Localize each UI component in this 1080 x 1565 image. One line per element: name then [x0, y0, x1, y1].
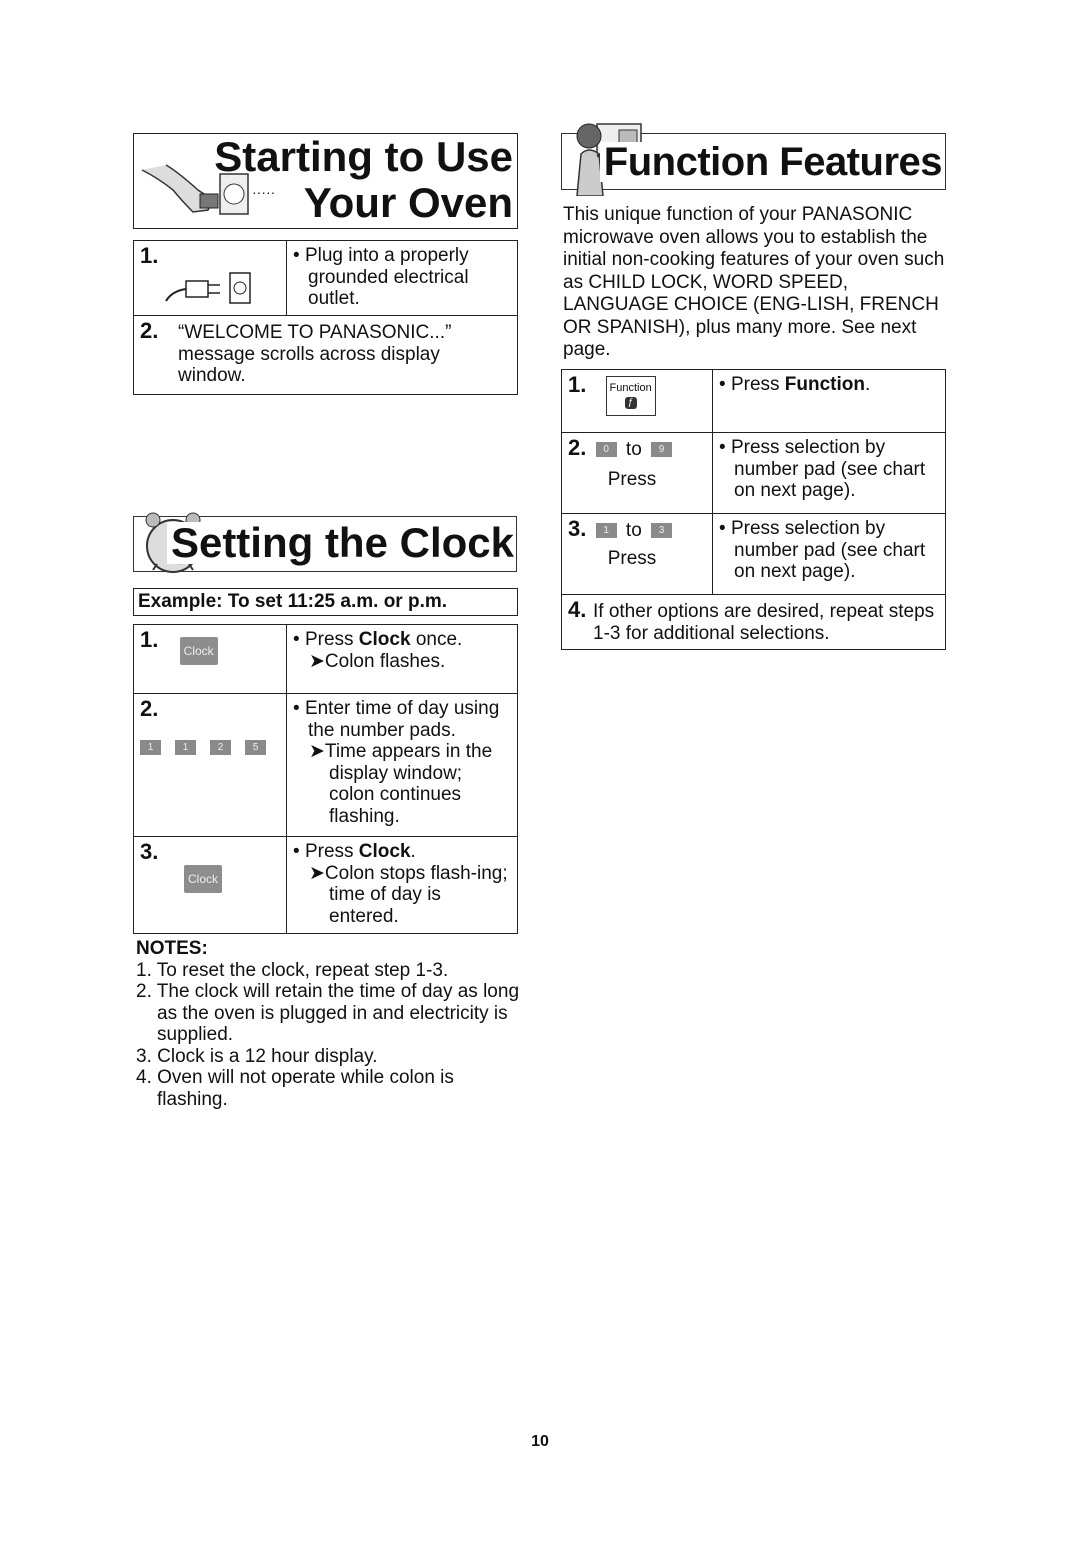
notes: NOTES: 1. To reset the clock, repeat ste…: [136, 938, 521, 1110]
press-label: Press: [607, 547, 657, 569]
clock-button[interactable]: Clock: [179, 637, 218, 665]
step-number: 2.: [140, 696, 159, 721]
clock-steps-table: 1. Clock • Press Clock once. ➤Colon flas…: [133, 624, 518, 934]
step-text: Enter time of day using the number pads.: [304, 698, 500, 741]
example-box: Example: To set 11:25 a.m. or p.m.: [133, 588, 518, 616]
section-title: Function Features: [599, 142, 943, 182]
bullet: •: [293, 698, 300, 719]
number-pad-2[interactable]: 2: [210, 739, 231, 755]
bullet: •: [719, 437, 726, 458]
table-row: 4. If other options are desired, repeat s…: [561, 594, 946, 650]
table-row: 3. Clock • Press Clock. ➤Colon stops fla…: [133, 836, 518, 934]
function-intro: This unique function of your PANASONIC m…: [563, 204, 945, 360]
example-text: Example: To set 11:25 a.m. or p.m.: [138, 591, 448, 612]
step-text: If other options are desired, repeat ste…: [593, 601, 935, 644]
step-subtext: Time appears in the display window; colo…: [324, 741, 493, 827]
arrow-icon: ➤: [309, 650, 325, 672]
step-text: Press selection by number pad (see chart…: [730, 437, 926, 501]
note-item: 2. The clock will retain the time of day…: [136, 981, 520, 1045]
table-row: 2. “WELCOME TO PANASONIC...” message scro…: [133, 315, 518, 395]
note-item: 3. Clock is a 12 hour display.: [136, 1045, 378, 1067]
arrow-icon: ➤: [309, 741, 325, 762]
bullet: •: [293, 245, 300, 266]
bullet: •: [293, 841, 300, 862]
step-text: “WELCOME TO PANASONIC...” message scroll…: [178, 322, 452, 386]
starting-steps-table: 1. • Plug into a properly grounded elect…: [133, 240, 518, 395]
number-pad-5[interactable]: 5: [245, 739, 266, 755]
number-pad-1[interactable]: 1: [595, 523, 617, 539]
step-number: 3.: [568, 516, 587, 541]
table-row: 2. 1 1 2 5 • Enter time of day using the…: [133, 693, 518, 837]
function-steps-table: 1. Function ƒ • Press Function. 2. 0 to …: [561, 369, 946, 650]
plug-outlet-icon: [165, 271, 251, 304]
step-number: 1.: [140, 627, 159, 652]
number-pad-1[interactable]: 1: [175, 739, 196, 755]
clock-header: Setting the Clock: [133, 508, 518, 576]
step-number: 2.: [140, 318, 159, 343]
clock-label: Clock: [358, 841, 411, 862]
step-text: Press selection by number pad (see chart…: [730, 518, 926, 582]
arrow-icon: ➤: [309, 862, 325, 884]
clock-button[interactable]: Clock: [184, 864, 222, 893]
table-row: 3. 1 to 3 Press • Press selection by num…: [561, 513, 946, 595]
notes-title: NOTES:: [136, 938, 208, 959]
function-symbol-icon: ƒ: [624, 397, 637, 409]
function-button[interactable]: Function ƒ: [605, 376, 656, 416]
step-number: 4.: [568, 597, 587, 622]
table-row: 1. • Plug into a properly grounded elect…: [133, 240, 518, 316]
step-number: 2.: [568, 435, 587, 460]
step-text: Plug into a properly grounded electrical…: [304, 245, 469, 309]
function-label: Function: [784, 374, 865, 395]
starting-header-box: ····· Starting to Use Your Oven: [133, 133, 518, 229]
bullet: •: [719, 518, 726, 539]
section-title-line2: Your Oven: [303, 179, 513, 226]
note-item: 4. Oven will not operate while colon is …: [136, 1067, 454, 1110]
step-subtext: Colon flashes.: [324, 650, 446, 672]
function-header: Function Features: [561, 118, 946, 196]
number-pad-9[interactable]: 9: [651, 442, 673, 458]
clock-label: Clock: [358, 629, 411, 650]
table-row: 1. Clock • Press Clock once. ➤Colon flas…: [133, 624, 518, 694]
step-subtext: Colon stops flash-ing; time of day is en…: [324, 862, 508, 927]
number-pad-0[interactable]: 0: [595, 442, 617, 458]
bullet: •: [293, 629, 300, 650]
press-label: Press: [607, 468, 657, 490]
section-title: Setting the Clock: [166, 522, 514, 564]
section-title: Starting to Use: [214, 133, 513, 180]
number-pad-1[interactable]: 1: [140, 739, 161, 755]
step-number: 1.: [568, 372, 587, 397]
table-row: 1. Function ƒ • Press Function.: [561, 369, 946, 433]
number-pad-3[interactable]: 3: [651, 523, 673, 539]
page-number: 10: [531, 1433, 549, 1450]
step-number: 3.: [140, 839, 159, 864]
note-item: 1. To reset the clock, repeat step 1-3.: [136, 959, 449, 981]
dots: ·····: [252, 184, 276, 200]
bullet: •: [719, 374, 726, 395]
step-number: 1.: [140, 243, 159, 268]
table-row: 2. 0 to 9 Press • Press selection by num…: [561, 432, 946, 514]
